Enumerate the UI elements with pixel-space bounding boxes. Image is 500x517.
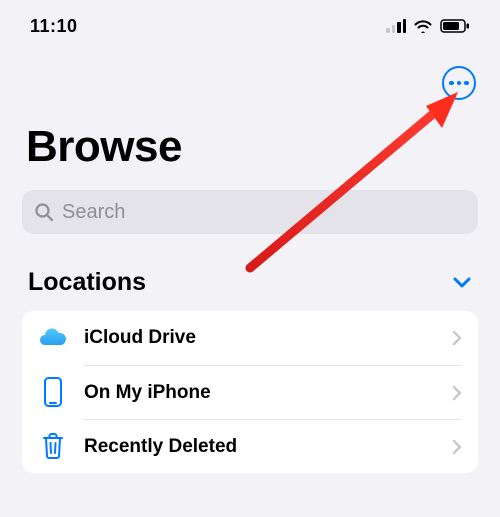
list-item-label: On My iPhone <box>84 382 438 404</box>
more-options-button[interactable] <box>442 66 476 100</box>
top-actions <box>0 46 500 100</box>
battery-icon <box>440 19 470 33</box>
list-item-icloud-drive[interactable]: iCloud Drive <box>22 311 478 365</box>
iphone-icon <box>36 375 70 409</box>
wifi-icon <box>413 19 433 33</box>
list-item-label: Recently Deleted <box>84 436 438 458</box>
list-item-label: iCloud Drive <box>84 327 438 349</box>
status-indicators <box>386 19 470 33</box>
search-input[interactable] <box>62 201 466 224</box>
cellular-icon <box>386 19 406 33</box>
list-item-recently-deleted[interactable]: Recently Deleted <box>22 419 478 473</box>
section-title: Locations <box>28 268 146 297</box>
icloud-icon <box>36 321 70 355</box>
trash-icon <box>36 429 70 463</box>
search-icon <box>34 202 54 222</box>
search-bar[interactable] <box>22 190 478 234</box>
list-item-on-my-iphone[interactable]: On My iPhone <box>22 365 478 419</box>
chevron-right-icon <box>452 439 462 455</box>
chevron-right-icon <box>452 385 462 401</box>
page-title: Browse <box>0 100 500 182</box>
section-header-locations[interactable]: Locations <box>0 234 500 307</box>
chevron-down-icon <box>452 277 472 289</box>
locations-list: iCloud Drive On My iPhone <box>22 311 478 473</box>
status-bar: 11:10 <box>0 0 500 46</box>
status-time: 11:10 <box>30 16 78 37</box>
chevron-right-icon <box>452 330 462 346</box>
